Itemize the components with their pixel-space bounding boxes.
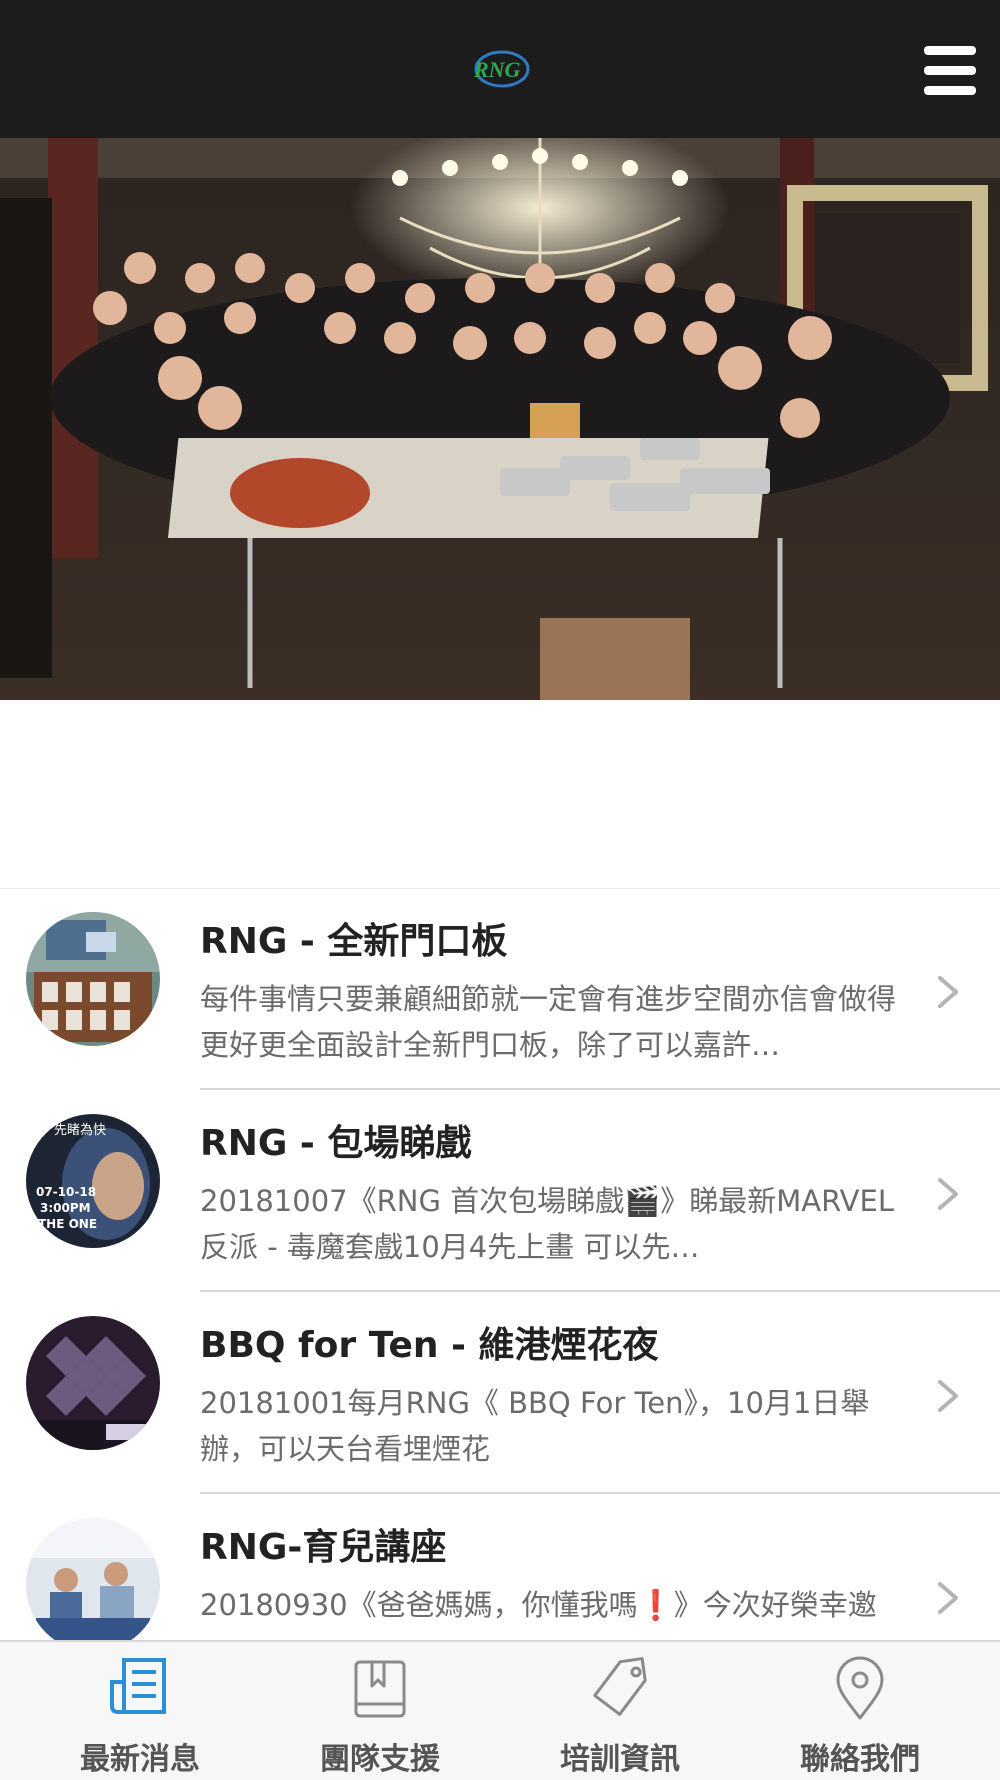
news-thumbnail: 先睹為快 07-10-18 3:00PM THE ONE — [26, 1114, 160, 1248]
chevron-right-icon — [938, 1582, 958, 1614]
news-thumbnail — [26, 1316, 160, 1450]
news-title: RNG-育兒講座 — [200, 1527, 447, 1568]
tab-latest-news[interactable]: 最新消息 — [15, 1642, 265, 1780]
news-excerpt: 每件事情只要兼顧細節就一定會有進步空間亦信會做得更好更全面設計全新門口板，除了可… — [200, 982, 897, 1062]
news-thumbnail — [26, 912, 160, 1046]
chevron-right-icon — [938, 1380, 958, 1412]
hero-group-photo — [0, 138, 1000, 700]
news-title: BBQ for Ten - 維港煙花夜 — [200, 1325, 659, 1366]
hamburger-menu-icon[interactable] — [920, 42, 980, 98]
news-excerpt: 20180930《爸爸媽媽，你懂我嗎❗》今次好榮幸邀 — [200, 1588, 877, 1622]
thumb-caption: 先睹為快 — [54, 1122, 106, 1138]
book-icon — [354, 1660, 406, 1718]
tab-label: 最新消息 — [80, 1742, 200, 1777]
news-item-2[interactable]: 先睹為快 07-10-18 3:00PM THE ONE RNG - 包場睇戲 … — [0, 1090, 1000, 1292]
news-excerpt: 20181001每月RNG《 BBQ For Ten》，10月1日舉辦，可以天台… — [200, 1386, 870, 1466]
news-thumbnail — [26, 1518, 160, 1640]
logo-text: RNG — [473, 57, 521, 82]
news-title: RNG - 全新門口板 — [200, 921, 508, 962]
newspaper-icon — [110, 1658, 166, 1714]
tab-label: 培訓資訊 — [560, 1742, 680, 1777]
chevron-right-icon — [938, 976, 958, 1008]
location-pin-icon — [836, 1656, 884, 1720]
news-item-1[interactable]: RNG - 全新門口板 每件事情只要兼顧細節就一定會有進步空間亦信會做得更好更全… — [0, 888, 1000, 1090]
chevron-right-icon — [938, 1178, 958, 1210]
tab-team-support[interactable]: 團隊支援 — [255, 1642, 505, 1780]
thumb-date: 07-10-18 — [36, 1185, 96, 1199]
rng-logo[interactable]: RNG — [468, 44, 532, 94]
tab-contact-us[interactable]: 聯絡我們 — [735, 1642, 985, 1780]
thumb-time: 3:00PM — [40, 1201, 91, 1215]
tag-icon — [593, 1657, 647, 1716]
news-title: RNG - 包場睇戲 — [200, 1123, 472, 1164]
tab-label: 團隊支援 — [320, 1742, 440, 1777]
blank-spacer — [0, 700, 1000, 889]
news-item-4[interactable]: RNG-育兒講座 20180930《爸爸媽媽，你懂我嗎❗》今次好榮幸邀 — [0, 1494, 1000, 1640]
news-excerpt: 20181007《RNG 首次包場睇戲🎬》睇最新MARVEL 反派 - 毒魔套戲… — [200, 1184, 894, 1264]
top-header: RNG — [0, 0, 1000, 138]
news-item-3[interactable]: BBQ for Ten - 維港煙花夜 20181001每月RNG《 BBQ F… — [0, 1292, 1000, 1494]
bottom-tab-bar: 最新消息 團隊支援 培訓資訊 聯絡我們 — [0, 1640, 1000, 1780]
tab-label: 聯絡我們 — [800, 1742, 920, 1777]
news-list: RNG - 全新門口板 每件事情只要兼顧細節就一定會有進步空間亦信會做得更好更全… — [0, 888, 1000, 1640]
tab-training-info[interactable]: 培訓資訊 — [495, 1642, 745, 1780]
thumb-venue: THE ONE — [38, 1217, 97, 1231]
